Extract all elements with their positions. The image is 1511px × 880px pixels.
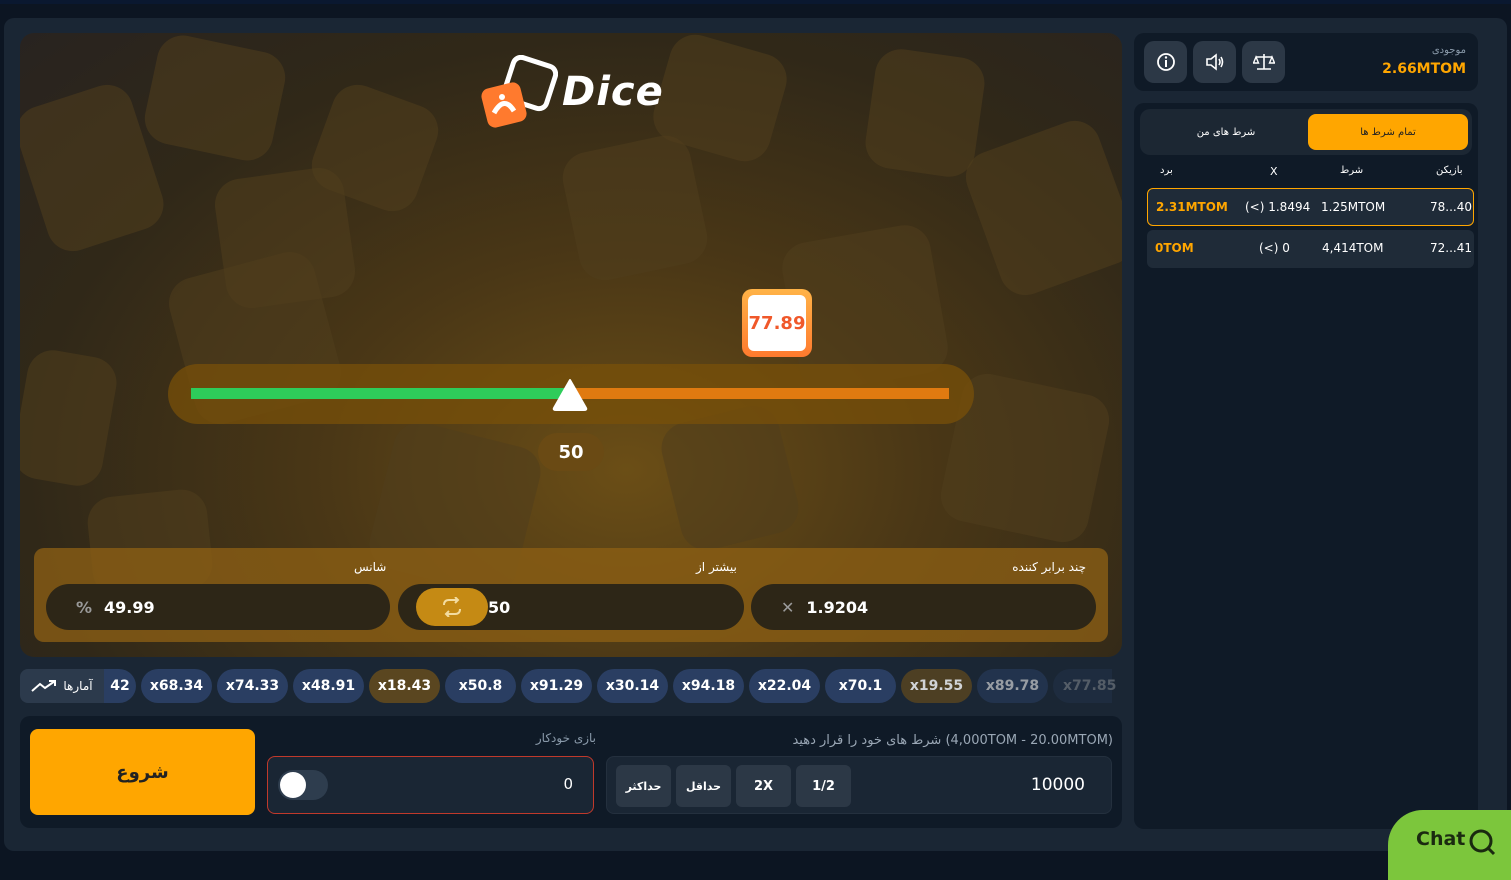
- under-range-bar: [191, 388, 570, 399]
- col-header-x: X: [1270, 165, 1278, 178]
- bet-row-bet: 4,414TOM: [1322, 241, 1384, 255]
- multiplier-label: چند برابر کننده: [1012, 560, 1086, 574]
- bet-row-win: 0TOM: [1155, 241, 1194, 255]
- autoplay-toggle[interactable]: [278, 770, 328, 800]
- tab-my-bets[interactable]: شرط های من: [1146, 114, 1306, 150]
- over-value: 50: [488, 597, 511, 617]
- history-chip: x50.8: [445, 669, 516, 703]
- col-header-bet: شرط: [1340, 165, 1364, 176]
- sound-button[interactable]: [1193, 41, 1236, 83]
- bets-tabs: شرط های من تمام شرط ها: [1140, 109, 1472, 155]
- chat-bubble-icon: [1469, 829, 1496, 856]
- chance-label: شانس: [354, 560, 387, 574]
- stats-button[interactable]: آمارها: [20, 669, 104, 703]
- history-chip: x70.1: [825, 669, 896, 703]
- history-chip: x48.91: [293, 669, 364, 703]
- background-die: [139, 33, 291, 166]
- multiplier-field[interactable]: ✕ 1.9204: [751, 584, 1096, 630]
- percent-icon: %: [76, 597, 93, 617]
- over-field[interactable]: 50: [398, 584, 744, 630]
- bet-row: 0TOM (<) 0 4,414TOM 72...41: [1147, 230, 1474, 268]
- right-panel-header: موجودی 2.66MTOM: [1134, 33, 1478, 91]
- bet-amount-input[interactable]: 10000: [1031, 775, 1085, 795]
- max-bet-button[interactable]: حداکثر: [616, 765, 671, 807]
- dice-logo: Dice: [478, 55, 668, 135]
- tab-all-bets[interactable]: تمام شرط ها: [1308, 114, 1468, 150]
- info-icon: [1156, 53, 1175, 71]
- multiply-icon: ✕: [781, 597, 795, 617]
- trend-up-icon: [31, 680, 57, 692]
- bet-row-player: 78...40: [1430, 200, 1472, 214]
- chat-label: Chat: [1416, 828, 1466, 850]
- toggle-knob: [280, 772, 306, 798]
- history-chip: x22.04: [749, 669, 820, 703]
- swap-direction-button[interactable]: [416, 588, 488, 626]
- bet-row-x: (<) 1.8494: [1245, 200, 1311, 214]
- bet-amount-box: حداکثر حداقل 2X 1/2 10000: [606, 756, 1112, 814]
- background-die: [557, 130, 713, 286]
- history-chip: x89.78: [977, 669, 1048, 703]
- balance-value: 2.66MTOM: [1382, 61, 1466, 77]
- chance-value: 49.99: [104, 597, 155, 617]
- autoplay-box: 0: [267, 756, 594, 814]
- autoplay-label: بازی خودکار: [535, 731, 596, 745]
- history-chip: x30.14: [597, 669, 668, 703]
- over-label: بیشتر از: [696, 560, 737, 574]
- scale-icon: [1252, 54, 1275, 70]
- bet-range-label: شرط های خود را قرار دهید (4,000TOM - 20.…: [792, 733, 1113, 748]
- min-bet-button[interactable]: حداقل: [676, 765, 731, 807]
- multiplier-value: 1.9204: [806, 597, 869, 617]
- fairness-button[interactable]: [1242, 41, 1285, 83]
- history-chip: x94.18: [673, 669, 744, 703]
- history-chip: x91.29: [521, 669, 592, 703]
- half-bet-button[interactable]: 1/2: [796, 765, 851, 807]
- slider-value-label: 50: [538, 433, 604, 471]
- history-chip: x77.85: [1053, 669, 1116, 703]
- history-chip: x74.33: [217, 669, 288, 703]
- bets-panel: شرط های من تمام شرط ها برد X شرط بازیکن …: [1134, 103, 1478, 829]
- balance-label: موجودی: [1431, 45, 1466, 56]
- background-die: [20, 346, 121, 490]
- col-header-win: برد: [1160, 165, 1173, 176]
- game-controls: چند برابر کننده بیشتر از شانس % 49.99 50…: [34, 548, 1108, 642]
- slider-thumb[interactable]: [551, 377, 589, 411]
- result-badge: 77.89: [742, 289, 812, 357]
- chat-button[interactable]: Chat: [1388, 810, 1511, 880]
- history-chip: x18.43: [369, 669, 440, 703]
- bet-row-x: (<) 0: [1259, 241, 1290, 255]
- background-die: [958, 113, 1122, 303]
- autoplay-count[interactable]: 0: [563, 775, 573, 793]
- bet-row-bet: 1.25MTOM: [1321, 200, 1386, 214]
- info-button[interactable]: [1144, 41, 1187, 83]
- history-chip: x19.55: [901, 669, 972, 703]
- start-button[interactable]: شروع: [30, 729, 255, 815]
- chance-field[interactable]: % 49.99: [46, 584, 390, 630]
- stats-label: آمارها: [63, 679, 93, 693]
- bet-row: 2.31MTOM (<) 1.8494 1.25MTOM 78...40: [1147, 188, 1474, 226]
- top-strip: [0, 0, 1511, 4]
- col-header-player: بازیکن: [1436, 165, 1463, 176]
- bet-row-player: 72...41: [1430, 241, 1472, 255]
- over-range-bar: [570, 388, 949, 399]
- bet-row-win: 2.31MTOM: [1156, 200, 1228, 214]
- speaker-icon: [1205, 53, 1223, 71]
- dice-logo-icon: [481, 55, 558, 128]
- double-bet-button[interactable]: 2X: [736, 765, 791, 807]
- result-value: 77.89: [748, 295, 806, 351]
- background-die: [862, 45, 988, 181]
- swap-icon: [443, 597, 461, 617]
- logo-text: Dice: [562, 69, 664, 115]
- history-chip: x68.34: [141, 669, 212, 703]
